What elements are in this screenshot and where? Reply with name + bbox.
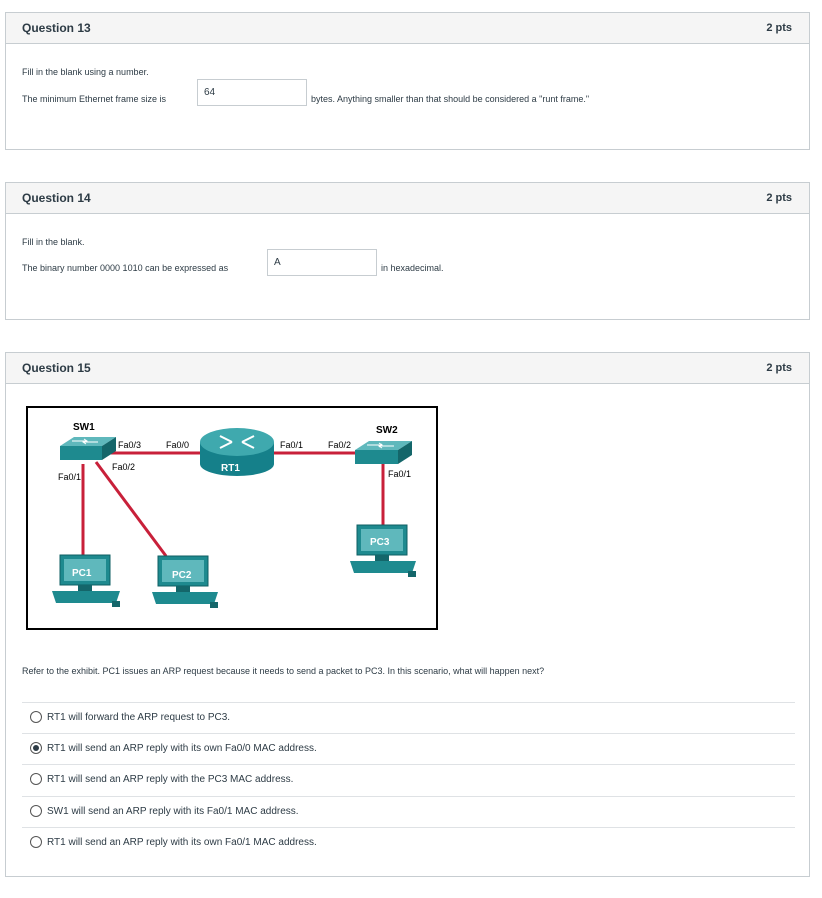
radio-button[interactable] [30, 805, 42, 817]
question-title: Question 13 [22, 21, 91, 35]
question-text-prefix: The binary number 0000 1010 can be expre… [22, 263, 229, 273]
pc1-computer-icon [52, 554, 120, 607]
question-points: 2 pts [766, 362, 792, 374]
sw2-switch-icon [355, 441, 412, 464]
answer-input[interactable] [197, 79, 307, 106]
answer-option[interactable]: RT1 will send an ARP reply with the PC3 … [22, 764, 795, 795]
radio-button[interactable] [30, 836, 42, 848]
port-label-sw2-fa02: Fa0/2 [328, 440, 351, 450]
port-label-sw1-fa03: Fa0/3 [118, 440, 141, 450]
sw1-label: SW1 [73, 422, 95, 433]
question-text-suffix: in hexadecimal. [381, 263, 444, 273]
answer-label: RT1 will forward the ARP request to PC3. [47, 712, 231, 723]
question-title: Question 15 [22, 361, 91, 375]
question-15-card: Question 15 2 pts SW1 SW2 RT1 PC1 PC2 PC… [5, 352, 810, 877]
question-text-prefix: The minimum Ethernet frame size is [22, 94, 167, 104]
question-header: Question 15 2 pts [6, 353, 809, 384]
port-label-sw1-fa01: Fa0/1 [58, 472, 81, 482]
network-diagram: SW1 SW2 RT1 PC1 PC2 PC3 Fa0/3 Fa0/0 Fa0/… [52, 422, 416, 608]
pc2-label: PC2 [172, 570, 192, 581]
port-label-rt1-fa01: Fa0/1 [280, 440, 303, 450]
question-instruction: Fill in the blank. [22, 237, 85, 247]
question-prompt: Refer to the exhibit. PC1 issues an ARP … [22, 666, 545, 676]
question-points: 2 pts [766, 192, 792, 204]
question-title: Question 14 [22, 191, 91, 205]
pc3-computer-icon [350, 524, 416, 577]
pc3-label: PC3 [370, 537, 390, 548]
answer-option[interactable]: RT1 will send an ARP reply with its own … [22, 733, 795, 764]
port-label-rt1-fa00: Fa0/0 [166, 440, 189, 450]
answer-option[interactable]: SW1 will send an ARP reply with its Fa0/… [22, 796, 795, 827]
sw1-switch-icon [60, 437, 116, 460]
radio-button[interactable] [30, 773, 42, 785]
answer-label: RT1 will send an ARP reply with the PC3 … [47, 774, 294, 785]
pc2-computer-icon [152, 555, 218, 608]
pc1-label: PC1 [72, 568, 92, 579]
answer-option[interactable]: RT1 will forward the ARP request to PC3. [22, 702, 795, 733]
question-header: Question 13 2 pts [6, 13, 809, 44]
answer-option[interactable]: RT1 will send an ARP reply with its own … [22, 827, 795, 858]
question-14-card: Question 14 2 pts Fill in the blank. The… [5, 182, 810, 320]
sw2-label: SW2 [376, 425, 398, 436]
answer-label: SW1 will send an ARP reply with its Fa0/… [47, 806, 299, 817]
radio-button-selected[interactable] [30, 742, 42, 754]
network-exhibit: SW1 SW2 RT1 PC1 PC2 PC3 Fa0/3 Fa0/0 Fa0/… [26, 406, 438, 630]
question-instruction: Fill in the blank using a number. [22, 67, 149, 77]
answer-label: RT1 will send an ARP reply with its own … [47, 837, 317, 848]
answer-input[interactable] [267, 249, 377, 276]
port-label-sw1-fa02: Fa0/2 [112, 462, 135, 472]
question-points: 2 pts [766, 22, 792, 34]
link-sw1-pc2 [94, 461, 168, 557]
question-13-card: Question 13 2 pts Fill in the blank usin… [5, 12, 810, 150]
question-text-suffix: bytes. Anything smaller than that should… [311, 94, 590, 104]
rt1-label: RT1 [221, 463, 240, 474]
radio-button[interactable] [30, 711, 42, 723]
answer-label: RT1 will send an ARP reply with its own … [47, 743, 317, 754]
port-label-sw2-fa01: Fa0/1 [388, 469, 411, 479]
question-header: Question 14 2 pts [6, 183, 809, 214]
